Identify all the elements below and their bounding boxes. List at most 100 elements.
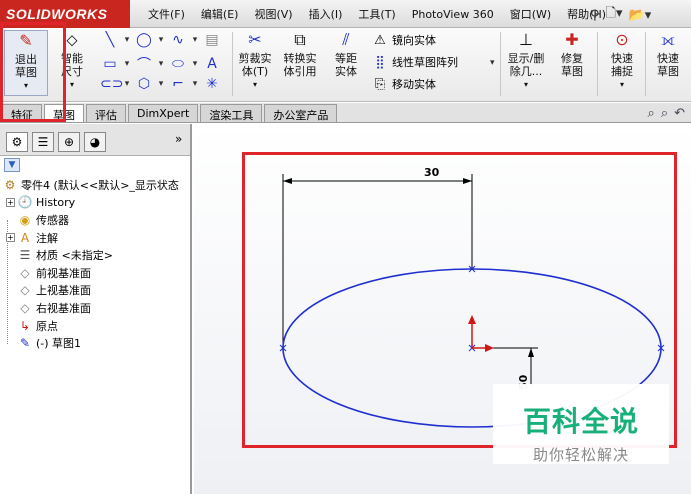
tree-item[interactable]: ✎ (-) 草图1: [2, 334, 190, 352]
menu-insert[interactable]: 插入(I): [301, 6, 351, 22]
annotation-icon: A: [20, 230, 30, 245]
plane-icon: ◇: [20, 265, 30, 280]
sketch-tools-row-1: ╲ ▾ ◯ ▾ ∿ ▾ ▤: [100, 32, 222, 48]
tree-item[interactable]: ◇ 右视基准面: [2, 299, 190, 317]
trim-label: 剪裁实体(T): [238, 52, 272, 78]
offset-entities-button[interactable]: ⫽ 等距实体: [326, 30, 366, 78]
mirror-entities-button[interactable]: ⚠ 镜向实体: [372, 32, 436, 48]
arc-icon[interactable]: ⌒: [134, 54, 154, 74]
spline-icon[interactable]: ∿: [168, 32, 188, 48]
pin-icon[interactable]: ⚲: [590, 8, 600, 23]
zoom-to-fit-icon[interactable]: ⌕: [648, 106, 655, 121]
plane-icon: ◇: [20, 283, 30, 298]
convert-label: 转换实体引用: [283, 52, 317, 78]
snap-icon: ⊙: [615, 30, 629, 49]
quick-sketch-label: 快速草图: [657, 52, 679, 78]
plane-icon: ◇: [20, 300, 30, 315]
tree-item[interactable]: ☰ 材质 <未指定>: [2, 246, 190, 264]
material-icon: ☰: [19, 248, 31, 263]
rectangle-icon[interactable]: ▭: [100, 56, 120, 72]
sketch-tools-row-3: ⊂⊃ ▾ ⬡ ▾ ⌐ ▾ ✳: [100, 76, 222, 92]
linear-pattern-icon: ⣿: [375, 54, 385, 70]
display-delete-label: 显示/删除几...: [507, 52, 545, 78]
tab-dimxpert[interactable]: DimXpert: [128, 104, 199, 122]
tree-item[interactable]: ◇ 前视基准面: [2, 264, 190, 282]
tree-item[interactable]: + 🕘 History: [2, 194, 190, 212]
offset-label: 等距实体: [335, 52, 357, 78]
expand-toggle-icon[interactable]: +: [6, 233, 15, 243]
tree-item-label: 传感器: [36, 213, 69, 227]
menu-view[interactable]: 视图(V): [246, 6, 300, 22]
watermark-title: 百科全说: [522, 405, 639, 438]
trim-entities-button[interactable]: ✂ 剪裁实体(T) ▾: [236, 30, 274, 91]
tree-item-label: (-) 草图1: [36, 337, 82, 351]
mirror-icon: ⚠: [374, 32, 386, 48]
more-tabs-icon[interactable]: »: [175, 132, 182, 146]
previous-view-icon[interactable]: ↶: [674, 106, 685, 121]
tree-item[interactable]: ↳ 原点: [2, 317, 190, 335]
ribbon-separator: [645, 32, 646, 96]
chevron-down-icon[interactable]: ▾: [490, 58, 495, 68]
logo-text: SOLIDWORKS: [6, 6, 108, 22]
move-entities-button[interactable]: ⎘ 移动实体: [372, 76, 436, 92]
point-icon[interactable]: ✳: [202, 76, 222, 92]
quick-snaps-button[interactable]: ⊙ 快速捕捉 ▾: [600, 30, 644, 91]
configuration-manager-tab-icon[interactable]: ⊕: [58, 132, 80, 152]
convert-icon: ⧉: [294, 30, 306, 49]
tab-evaluate[interactable]: 评估: [86, 104, 126, 122]
menu-file[interactable]: 文件(F): [140, 6, 193, 22]
ellipse-icon[interactable]: ⬭: [168, 56, 188, 72]
feature-manager-tab-icon[interactable]: ⚙: [6, 132, 28, 152]
sketch-icon: ✎: [19, 336, 31, 351]
relations-icon: ⊥: [519, 30, 533, 49]
heads-up-view-toolbar: ⌕ ⌕ ↶: [648, 106, 685, 121]
convert-entities-button[interactable]: ⧉ 转换实体引用: [280, 30, 320, 78]
plane-icon[interactable]: ▤: [202, 32, 222, 48]
tab-office-products[interactable]: 办公室产品: [264, 104, 338, 122]
circle-icon[interactable]: ◯: [134, 32, 154, 48]
menu-edit[interactable]: 编辑(E): [193, 6, 247, 22]
sketch-tools-row-2: ▭ ▾ ⌒ ▾ ⬭ ▾ A: [100, 54, 222, 74]
display-manager-tab-icon[interactable]: ◕: [84, 132, 106, 152]
menu-tools[interactable]: 工具(T): [350, 6, 403, 22]
quick-sketch-button[interactable]: ⟗ 快速草图: [648, 30, 688, 78]
tree-item[interactable]: ◇ 上视基准面: [2, 282, 190, 300]
tree-item-label: 上视基准面: [36, 284, 91, 298]
display-delete-relations-button[interactable]: ⊥ 显示/删除几... ▾: [504, 30, 548, 91]
zoom-to-area-icon[interactable]: ⌕: [661, 106, 668, 121]
tab-render-tools[interactable]: 渲染工具: [200, 104, 263, 122]
title-bar: SOLIDWORKS 文件(F) 编辑(E) 视图(V) 插入(I) 工具(T)…: [0, 0, 691, 28]
text-icon[interactable]: A: [202, 56, 222, 72]
linear-pattern-button[interactable]: ⣿ 线性草图阵列: [372, 54, 458, 70]
move-icon: ⎘: [374, 76, 386, 92]
polygon-icon[interactable]: ⬡: [134, 76, 154, 92]
rapid-sketch-icon: ⟗: [661, 30, 675, 49]
menu-window[interactable]: 窗口(W): [502, 6, 559, 22]
sensor-icon: ◉: [19, 212, 31, 227]
feature-manager-panel: ⚙ ☰ ⊕ ◕ » ▼ ⚙ 零件4 (默认<<默认>_显示状态 + 🕘 History ◉…: [0, 124, 192, 494]
tree-item[interactable]: ◉ 传感器: [2, 211, 190, 229]
command-tabs: 特征 草图 评估 DimXpert 渲染工具 办公室产品: [0, 103, 691, 123]
panel-tabs: ⚙ ☰ ⊕ ◕ »: [0, 124, 190, 156]
menu-bar: 文件(F) 编辑(E) 视图(V) 插入(I) 工具(T) PhotoView …: [140, 0, 614, 28]
history-icon: 🕘: [17, 195, 33, 210]
menu-photoview[interactable]: PhotoView 360: [404, 8, 502, 21]
repair-label: 修复草图: [561, 52, 583, 78]
linear-pattern-label: 线性草图阵列: [392, 56, 458, 69]
fillet-icon[interactable]: ⌐: [168, 76, 188, 92]
tree-item[interactable]: ⚙ 零件4 (默认<<默认>_显示状态: [2, 176, 190, 194]
expand-toggle-icon[interactable]: +: [6, 197, 15, 207]
property-manager-tab-icon[interactable]: ☰: [32, 132, 54, 152]
repair-sketch-button[interactable]: ✚ 修复草图: [552, 30, 592, 78]
filter-icon[interactable]: ▼: [4, 158, 20, 172]
new-document-icon[interactable]: 🗋▾: [606, 4, 623, 26]
chevron-down-icon: ▾: [619, 80, 624, 89]
offset-icon: ⫽: [342, 30, 350, 49]
open-folder-icon[interactable]: 📂▾: [629, 8, 652, 23]
line-icon[interactable]: ╲: [100, 32, 120, 48]
tree-item-label: 注解: [36, 231, 58, 245]
slot-icon[interactable]: ⊂⊃: [100, 76, 123, 92]
tree-item[interactable]: + A 注解: [2, 229, 190, 247]
ribbon-separator: [232, 32, 233, 96]
tree-item-label: 材质 <未指定>: [36, 249, 113, 263]
